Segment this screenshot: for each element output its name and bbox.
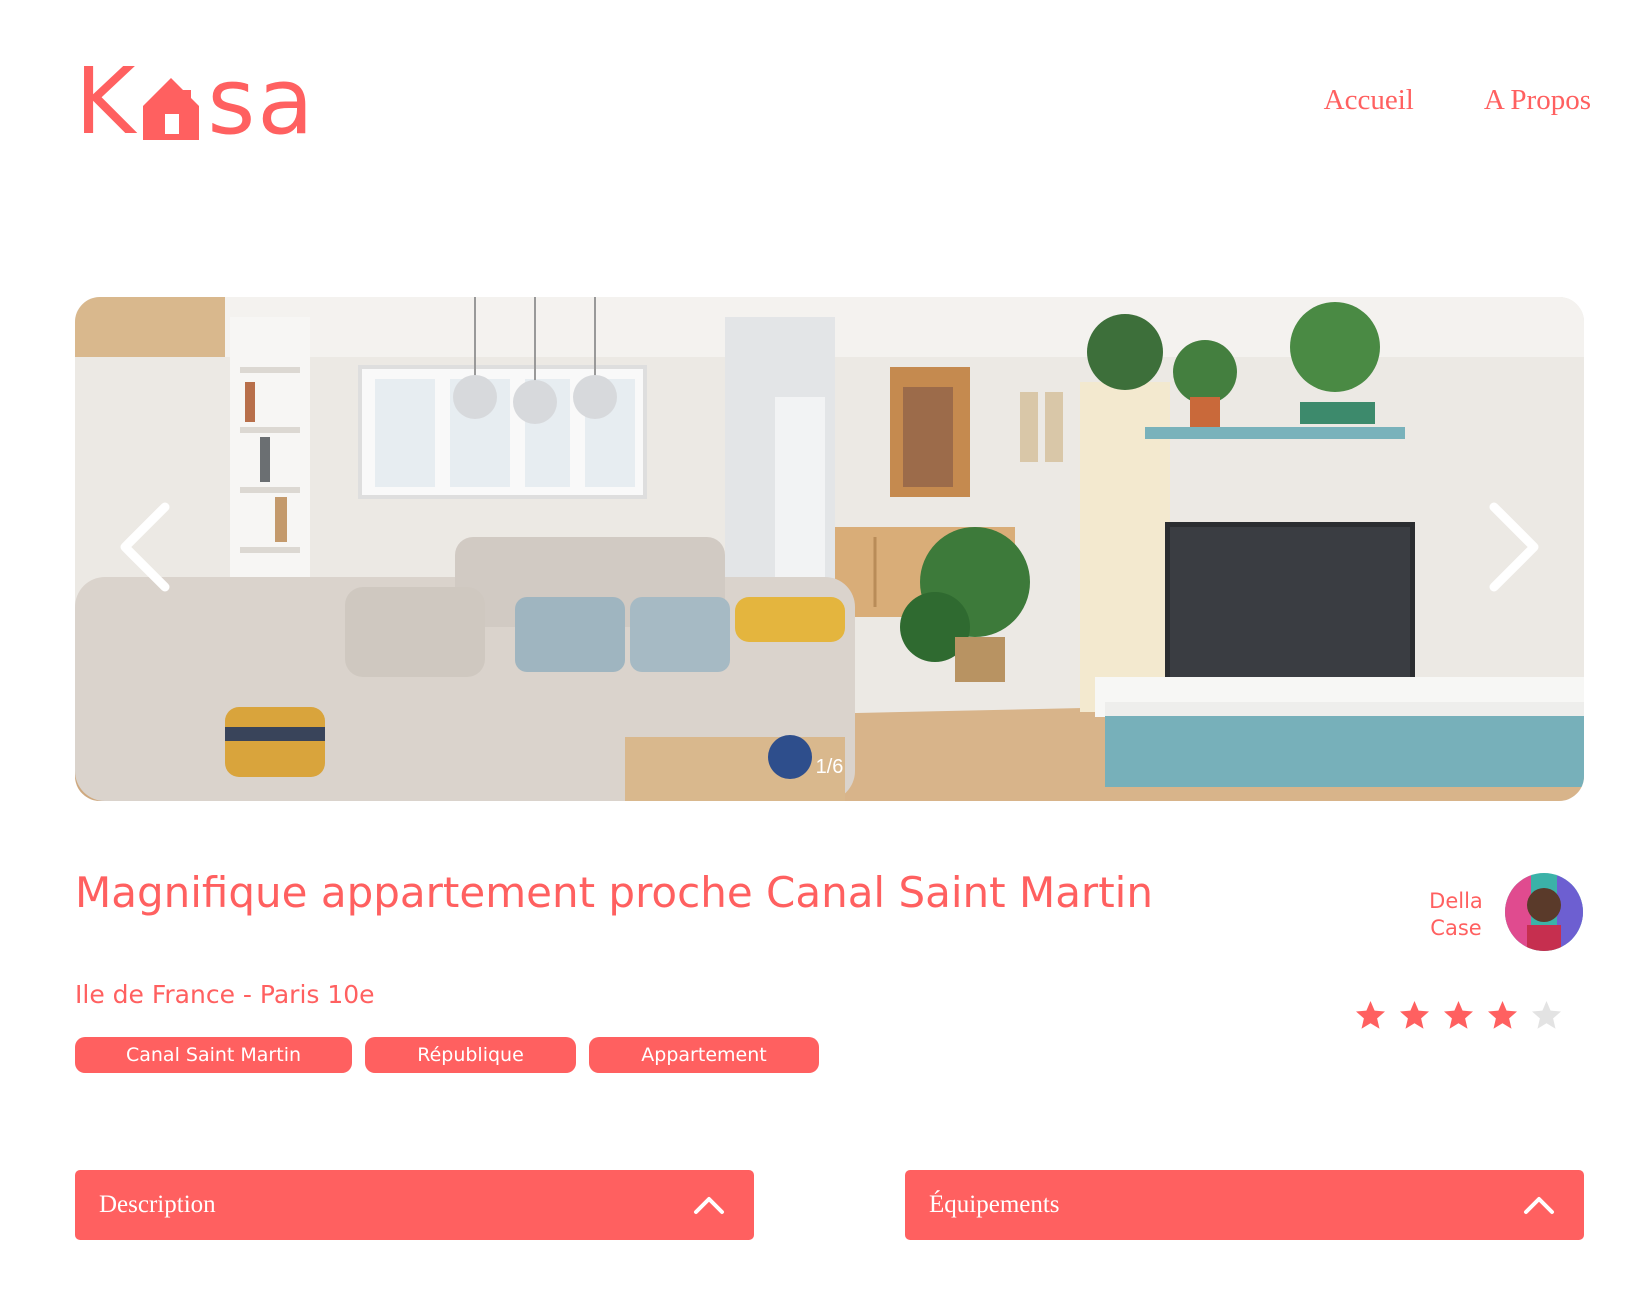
- star-filled-icon: [1488, 1001, 1517, 1029]
- host-last-name: Case: [1430, 916, 1482, 941]
- slide-counter: 1/6: [815, 756, 844, 778]
- kasa-logo[interactable]: K sa: [75, 48, 335, 155]
- chevron-left-icon[interactable]: [110, 497, 180, 597]
- star-empty-icon: [1532, 1001, 1561, 1029]
- listing-title: Magnifique appartement proche Canal Sain…: [75, 868, 1153, 917]
- chevron-up-icon[interactable]: [1522, 1194, 1556, 1216]
- logo-letter-k: K: [75, 48, 138, 155]
- host-first-name: Della: [1429, 889, 1483, 913]
- equipments-collapse[interactable]: Équipements: [905, 1170, 1584, 1240]
- slideshow: 1/6: [75, 297, 1584, 801]
- tag-list: Canal Saint Martin République Appartemen…: [75, 1037, 819, 1073]
- tag: République: [365, 1037, 576, 1073]
- star-filled-icon: [1444, 1001, 1473, 1029]
- description-collapse-label: Description: [99, 1191, 216, 1218]
- star-filled-icon: [1356, 1001, 1385, 1029]
- host-name: Della Case: [1411, 888, 1501, 943]
- main-nav: Accueil A Propos: [1324, 84, 1591, 117]
- rating-stars: [1355, 1000, 1562, 1031]
- tag: Appartement: [589, 1037, 819, 1073]
- nav-link-a-propos[interactable]: A Propos: [1484, 84, 1591, 117]
- logo-letters-sa: sa: [207, 48, 316, 155]
- listing-location: Ile de France - Paris 10e: [75, 980, 375, 1009]
- tag: Canal Saint Martin: [75, 1037, 352, 1073]
- star-filled-icon: [1400, 1001, 1429, 1029]
- description-collapse[interactable]: Description: [75, 1170, 754, 1240]
- chevron-right-icon[interactable]: [1479, 497, 1549, 597]
- equipments-collapse-label: Équipements: [929, 1191, 1060, 1218]
- listing-photo: [75, 297, 1584, 801]
- house-icon: [143, 78, 200, 140]
- host-avatar: [1505, 873, 1583, 951]
- nav-link-accueil[interactable]: Accueil: [1324, 84, 1414, 117]
- chevron-up-icon[interactable]: [692, 1194, 726, 1216]
